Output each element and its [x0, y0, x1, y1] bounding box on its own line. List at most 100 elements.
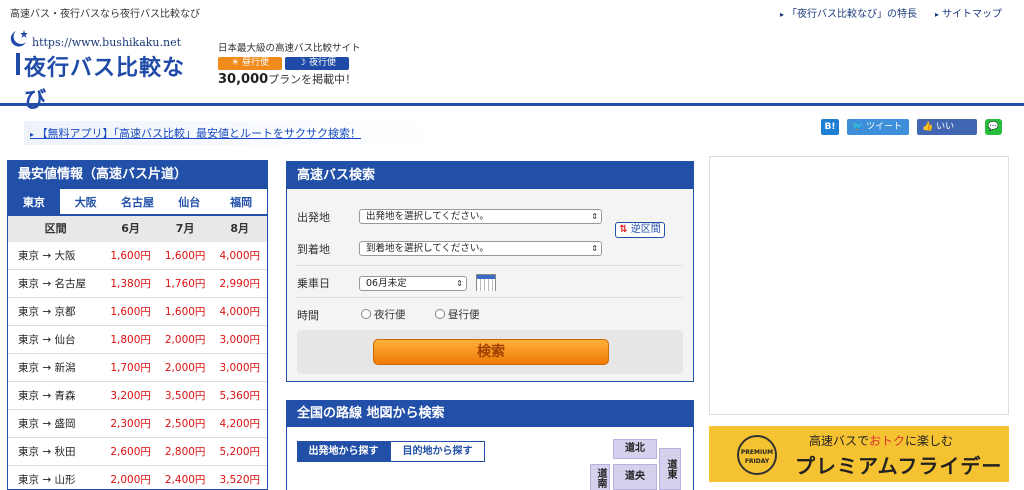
table-row[interactable]: 東京 → 山形 2,000円 2,400円 3,520円: [8, 466, 267, 489]
logo-bar: [16, 53, 20, 75]
table-row[interactable]: 東京 → 名古屋 1,380円 1,760円 2,990円: [8, 270, 267, 298]
route-map-panel: 全国の路線 地図から検索 出発地から探す 目的地から探す 道北 道央 道東 道南: [286, 400, 694, 490]
price-cell[interactable]: 2,400円: [158, 466, 213, 489]
time-label: 時間: [297, 309, 319, 322]
sitemap-link-label: サイトマップ: [942, 9, 1002, 20]
tab-search-by-destination[interactable]: 目的地から探す: [390, 441, 485, 462]
tweet-label: ツイート: [866, 122, 903, 132]
night-bus-label: 夜行便: [308, 58, 336, 68]
price-cell[interactable]: 1,800円: [103, 326, 158, 353]
route-cell: 東京 → 大阪: [18, 250, 76, 262]
calendar-icon[interactable]: [476, 274, 496, 291]
day-bus-radio[interactable]: 昼行便: [435, 307, 480, 322]
region-doo[interactable]: 道央: [613, 464, 657, 490]
triangle-right-icon: ▸: [779, 10, 784, 19]
sitemap-link[interactable]: ▸ サイトマップ: [935, 5, 1002, 20]
price-cell[interactable]: 5,360円: [212, 382, 267, 409]
form-divider: [297, 265, 683, 266]
twitter-bird-icon: 🐦: [852, 122, 864, 132]
price-cell[interactable]: 2,000円: [158, 326, 213, 353]
tweet-button[interactable]: 🐦 ツイート: [847, 119, 909, 135]
night-bus-radio[interactable]: 夜行便: [361, 307, 406, 322]
price-cell[interactable]: 1,600円: [158, 298, 213, 325]
price-cell[interactable]: 1,600円: [103, 298, 158, 325]
table-row[interactable]: 東京 → 仙台 1,800円 2,000円 3,000円: [8, 326, 267, 354]
plan-count: 30,000プランを掲載中！: [218, 71, 361, 87]
premium-friday-banner[interactable]: PREMIUM FRIDAY 高速バスでおトクに楽しむ プレミアムフライデー: [709, 426, 1009, 482]
hatena-bookmark-button[interactable]: B!: [821, 119, 839, 135]
facebook-like-button[interactable]: 👍 いいね！: [917, 119, 977, 148]
price-cell[interactable]: 4,200円: [212, 410, 267, 437]
route-cell: 東京 → 京都: [18, 306, 76, 318]
tab-nagoya[interactable]: 名古屋: [111, 189, 164, 216]
table-row[interactable]: 東京 → 秋田 2,600円 2,800円 5,200円: [8, 438, 267, 466]
tab-fukuoka[interactable]: 福岡: [215, 189, 267, 216]
cheapest-price-panel: 最安値情報（高速バス片道） 東京 大阪 名古屋 仙台 福岡 区間 6月 7月 8…: [7, 160, 268, 490]
social-buttons: B! 🐦 ツイート 👍 いいね！ 💬: [821, 119, 1002, 148]
tab-search-by-departure[interactable]: 出発地から探す: [297, 441, 390, 462]
table-row[interactable]: 東京 → 新潟 1,700円 2,000円 3,000円: [8, 354, 267, 382]
price-cell[interactable]: 4,000円: [212, 298, 267, 325]
route-cell: 東京 → 名古屋: [18, 278, 86, 290]
price-cell[interactable]: 2,800円: [158, 438, 213, 465]
table-row[interactable]: 東京 → 盛岡 2,300円 2,500円 4,200円: [8, 410, 267, 438]
price-table-header: 区間 6月 7月 8月: [8, 216, 267, 242]
table-row[interactable]: 東京 → 京都 1,600円 1,600円 4,000円: [8, 298, 267, 326]
date-label: 乗車日: [297, 277, 330, 290]
price-cell[interactable]: 3,200円: [103, 382, 158, 409]
region-dohoku[interactable]: 道北: [613, 439, 657, 459]
tab-osaka[interactable]: 大阪: [59, 189, 112, 216]
app-promo-link[interactable]: ▸ 【無料アプリ】「高速バス比較」最安値とルートをサクサク検索！: [30, 125, 361, 141]
day-bus-badge: ☀ 昼行便: [218, 57, 282, 70]
site-logo[interactable]: https://www.bushikaku.net 夜行バス比較なび: [8, 28, 203, 113]
price-cell[interactable]: 1,380円: [103, 270, 158, 297]
tab-tokyo[interactable]: 東京: [8, 189, 60, 216]
search-panel-title: 高速バス検索: [287, 162, 693, 189]
price-cell[interactable]: 3,000円: [212, 326, 267, 353]
route-cell: 東京 → 青森: [18, 390, 76, 402]
reverse-route-button[interactable]: ⇅ 逆区間: [615, 222, 665, 238]
city-tabs: 東京 大阪 名古屋 仙台 福岡: [8, 189, 267, 216]
price-cell[interactable]: 3,000円: [212, 354, 267, 381]
region-donan[interactable]: 道南: [590, 464, 610, 490]
plan-count-suffix: プランを掲載中！: [268, 73, 357, 86]
price-cell[interactable]: 2,000円: [103, 466, 158, 489]
ad-space: [709, 156, 1009, 415]
price-cell[interactable]: 5,200円: [212, 438, 267, 465]
banner-line1-b: に楽しむ: [905, 434, 954, 448]
search-button[interactable]: 検索: [373, 339, 609, 365]
arrival-select-value: 到着地を選択してください。: [366, 243, 489, 254]
line-share-button[interactable]: 💬: [985, 119, 1002, 135]
logo-url: https://www.bushikaku.net: [32, 36, 182, 49]
price-cell[interactable]: 2,000円: [158, 354, 213, 381]
departure-select[interactable]: 出発地を選択してください。 ⇕: [359, 209, 602, 224]
subtitle-text: 日本最大級の高速バス比較サイト: [218, 43, 361, 54]
col-route: 区間: [44, 222, 67, 235]
price-cell[interactable]: 4,000円: [212, 242, 267, 269]
price-cell[interactable]: 1,600円: [158, 242, 213, 269]
select-arrows-icon: ⇕: [591, 244, 598, 253]
day-bus-radio-label: 昼行便: [448, 309, 480, 321]
col-july: 7月: [175, 222, 195, 235]
price-cell[interactable]: 3,520円: [212, 466, 267, 489]
price-cell[interactable]: 2,300円: [103, 410, 158, 437]
price-cell[interactable]: 1,700円: [103, 354, 158, 381]
price-cell[interactable]: 2,600円: [103, 438, 158, 465]
features-link[interactable]: ▸ 「夜行バス比較なび」の特長: [780, 5, 917, 20]
triangle-right-icon: ▸: [934, 10, 939, 19]
route-cell: 東京 → 秋田: [18, 446, 76, 458]
price-cell[interactable]: 3,500円: [158, 382, 213, 409]
arrival-select[interactable]: 到着地を選択してください。 ⇕: [359, 241, 602, 256]
price-cell[interactable]: 1,600円: [103, 242, 158, 269]
table-row[interactable]: 東京 → 青森 3,200円 3,500円 5,360円: [8, 382, 267, 410]
price-cell[interactable]: 1,760円: [158, 270, 213, 297]
banner-line1-highlight: おトク: [869, 434, 906, 448]
table-row[interactable]: 東京 → 大阪 1,600円 1,600円 4,000円: [8, 242, 267, 270]
price-panel-title: 最安値情報（高速バス片道）: [8, 161, 267, 189]
price-cell[interactable]: 2,500円: [158, 410, 213, 437]
region-doto[interactable]: 道東: [659, 448, 681, 490]
search-form: 出発地 出発地を選択してください。 ⇕ 到着地 到着地を選択してください。 ⇕ ⇅ …: [287, 189, 693, 381]
tab-sendai[interactable]: 仙台: [163, 189, 216, 216]
price-cell[interactable]: 2,990円: [212, 270, 267, 297]
date-select[interactable]: 06月未定 ⇕: [359, 276, 467, 291]
